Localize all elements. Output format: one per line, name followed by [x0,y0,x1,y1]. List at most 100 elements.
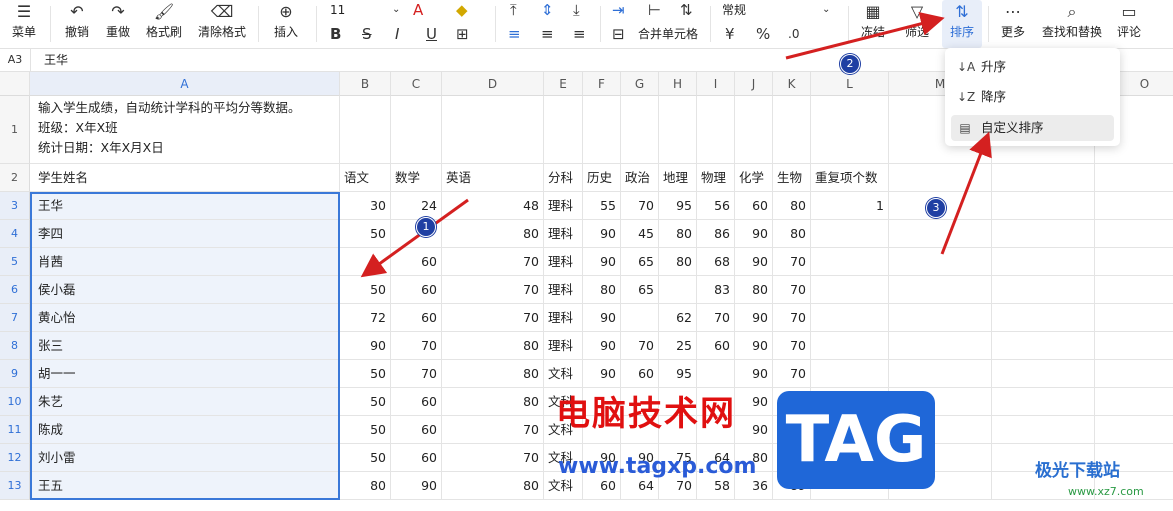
column-header[interactable]: F [583,72,621,96]
table-cell[interactable]: 70 [773,248,811,276]
redo-button[interactable]: ↷ 重做 [101,0,135,48]
table-cell[interactable]: 90 [391,472,442,500]
row-header[interactable]: 10 [0,388,30,416]
column-header[interactable]: G [621,72,659,96]
column-header[interactable]: C [391,72,442,96]
table-cell[interactable]: 90 [735,220,773,248]
table-cell[interactable]: 70 [442,248,544,276]
empty-cell[interactable] [1095,248,1173,276]
table-cell[interactable]: 48 [442,192,544,220]
column-header[interactable]: L [811,72,889,96]
table-cell[interactable]: 80 [442,472,544,500]
empty-cell[interactable] [1095,164,1173,192]
align-middle-icon[interactable]: ⇕ [541,0,554,20]
empty-cell[interactable] [992,360,1095,388]
name-cell[interactable]: 陈成 [30,416,340,444]
empty-cell[interactable] [889,248,992,276]
table-cell[interactable]: 90 [583,304,621,332]
empty-cell[interactable] [583,96,621,164]
align-left-icon[interactable]: ≡ [508,24,521,44]
name-cell[interactable]: 王五 [30,472,340,500]
insert-button[interactable]: ⊕ 插入 [266,0,306,48]
header-cell[interactable]: 学生姓名 [30,164,340,192]
table-cell[interactable]: 90 [735,388,773,416]
font-color-button[interactable]: A [413,0,423,20]
column-header[interactable]: B [340,72,391,96]
header-cell[interactable]: 语文 [340,164,391,192]
row-header[interactable]: 5 [0,248,30,276]
table-cell[interactable]: 83 [697,276,735,304]
table-cell[interactable]: 70 [773,332,811,360]
sort-button[interactable]: ⇅ 排序 [942,0,982,48]
table-cell[interactable]: 60 [391,276,442,304]
more-button[interactable]: ⋯ 更多 [996,0,1030,48]
empty-cell[interactable] [1095,416,1173,444]
table-cell[interactable]: 理科 [544,276,583,304]
table-cell[interactable] [811,220,889,248]
row-header[interactable]: 12 [0,444,30,472]
table-cell[interactable]: 60 [621,360,659,388]
strikethrough-icon[interactable]: S [362,24,372,44]
name-cell[interactable]: 胡一一 [30,360,340,388]
align-right-icon[interactable]: ≡ [573,24,586,44]
table-cell[interactable]: 72 [340,304,391,332]
table-cell[interactable]: 80 [442,388,544,416]
table-cell[interactable]: 70 [442,304,544,332]
empty-cell[interactable] [1095,360,1173,388]
row-header[interactable]: 9 [0,360,30,388]
row-header[interactable]: 3 [0,192,30,220]
table-cell[interactable]: 90 [735,360,773,388]
table-cell[interactable] [811,276,889,304]
number-format-select[interactable]: 常规 [722,0,746,20]
table-cell[interactable]: 80 [659,248,697,276]
header-cell[interactable]: 数学 [391,164,442,192]
format-painter-button[interactable]: 🖌 格式刷 [144,0,184,48]
empty-cell[interactable] [889,220,992,248]
currency-button[interactable]: ¥ [725,24,735,44]
formula-input[interactable]: 王华 [44,49,68,71]
percent-button[interactable]: % [756,24,770,44]
empty-cell[interactable] [992,192,1095,220]
table-cell[interactable]: 55 [583,192,621,220]
table-cell[interactable]: 65 [621,248,659,276]
table-cell[interactable]: 70 [391,332,442,360]
name-cell[interactable]: 朱艺 [30,388,340,416]
cell-reference[interactable]: A3 [0,49,31,71]
row-header[interactable]: 6 [0,276,30,304]
empty-cell[interactable] [992,304,1095,332]
row-header[interactable]: 2 [0,164,30,192]
empty-cell[interactable] [621,96,659,164]
table-cell[interactable]: 理科 [544,304,583,332]
comment-button[interactable]: ▭ 评论 [1112,0,1146,48]
name-cell[interactable]: 黄心怡 [30,304,340,332]
table-cell[interactable]: 90 [583,220,621,248]
table-cell[interactable]: 70 [442,444,544,472]
table-cell[interactable]: 24 [391,192,442,220]
filter-button[interactable]: ▽ 筛选 [898,0,936,48]
clear-format-button[interactable]: ⌫ 清除格式 [196,0,248,48]
table-cell[interactable]: 70 [773,360,811,388]
table-cell[interactable]: 90 [583,332,621,360]
empty-cell[interactable] [992,388,1095,416]
table-cell[interactable]: 80 [773,192,811,220]
empty-cell[interactable] [992,416,1095,444]
table-cell[interactable]: 95 [659,192,697,220]
header-cell[interactable]: 化学 [735,164,773,192]
column-header[interactable]: K [773,72,811,96]
table-cell[interactable]: 70 [442,416,544,444]
font-size-select[interactable]: 11 [330,0,345,20]
align-bottom-icon[interactable]: ⤓ [573,0,580,20]
header-cell[interactable]: 物理 [697,164,735,192]
table-cell[interactable]: 90 [735,416,773,444]
undo-button[interactable]: ↶ 撤销 [60,0,94,48]
row-height-icon[interactable]: ⇅ [680,0,693,20]
table-cell[interactable] [811,360,889,388]
table-cell[interactable]: 1 [811,192,889,220]
decimal-icon[interactable]: .0 [788,24,799,44]
empty-cell[interactable] [1095,388,1173,416]
table-cell[interactable]: 90 [583,360,621,388]
empty-cell[interactable] [735,96,773,164]
table-cell[interactable]: 50 [340,360,391,388]
table-cell[interactable]: 70 [697,304,735,332]
empty-cell[interactable] [1095,276,1173,304]
